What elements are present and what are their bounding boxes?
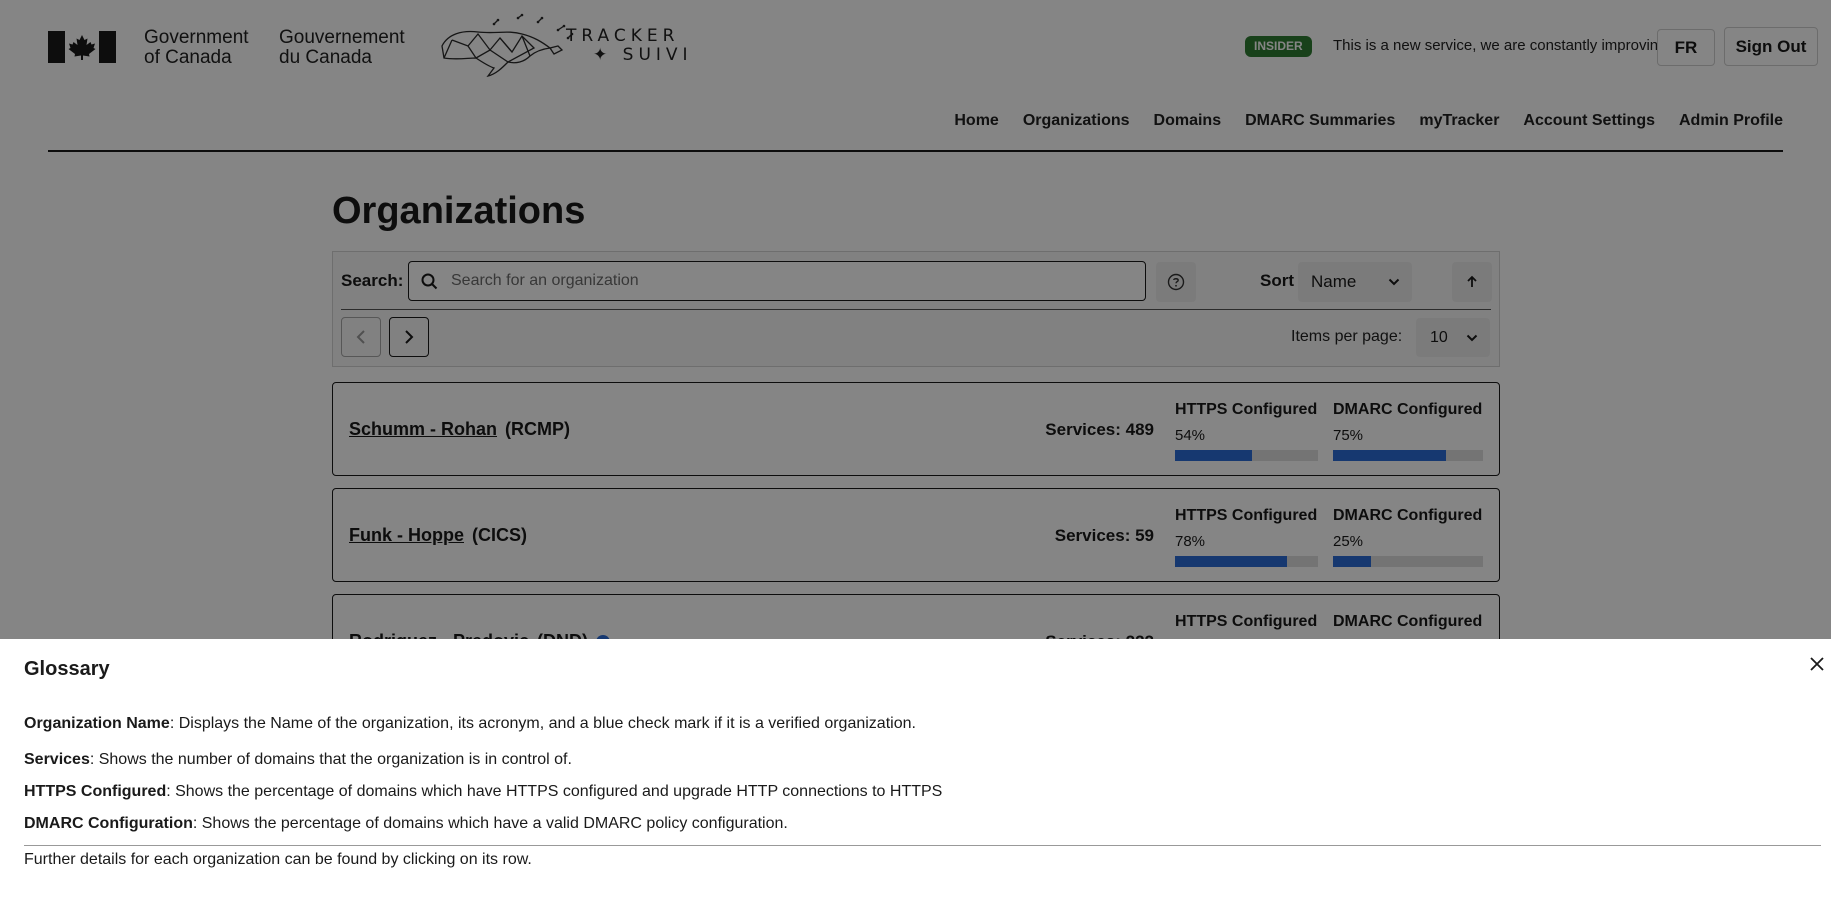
glossary-term: DMARC Configuration xyxy=(24,815,193,832)
close-icon[interactable] xyxy=(1808,655,1826,673)
glossary-description: : Shows the percentage of domains which … xyxy=(166,783,943,800)
glossary-divider xyxy=(24,845,1821,846)
glossary-description: : Shows the percentage of domains which … xyxy=(192,815,788,832)
glossary-term: Services xyxy=(24,751,90,768)
glossary-item: Organization Name: Displays the Name of … xyxy=(24,715,916,733)
glossary-term: Organization Name xyxy=(24,715,170,732)
glossary-drawer: Glossary Organization Name: Displays the… xyxy=(0,639,1831,907)
glossary-footer: Further details for each organization ca… xyxy=(24,851,532,868)
modal-overlay[interactable] xyxy=(0,0,1831,639)
glossary-title: Glossary xyxy=(24,658,110,680)
glossary-term: HTTPS Configured xyxy=(24,783,167,800)
glossary-item: Services: Shows the number of domains th… xyxy=(24,751,572,769)
glossary-description: : Shows the number of domains that the o… xyxy=(89,751,572,768)
glossary-item: HTTPS Configured: Shows the percentage o… xyxy=(24,783,942,801)
glossary-item: DMARC Configuration: Shows the percentag… xyxy=(24,815,788,833)
glossary-description: : Displays the Name of the organization,… xyxy=(169,715,916,732)
